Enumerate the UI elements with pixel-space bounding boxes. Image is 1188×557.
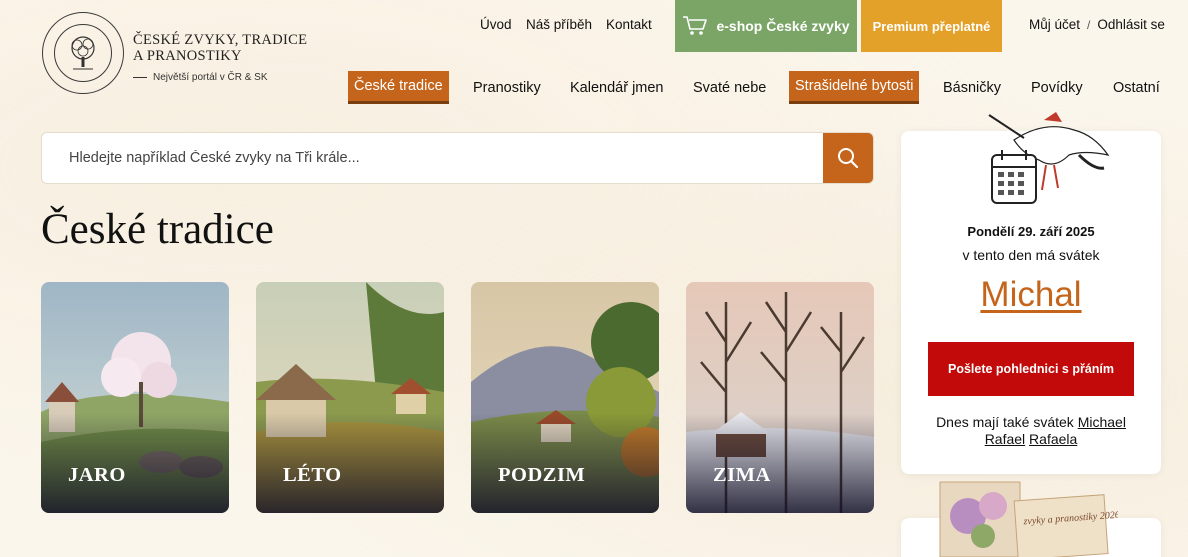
also-nameday: Dnes mají také svátek Michael Rafael Raf… <box>901 414 1161 448</box>
card-fade <box>256 413 444 513</box>
nameday-name-link[interactable]: Michal <box>901 275 1161 315</box>
mainnav-pranostiky[interactable]: Pranostiky <box>467 71 547 104</box>
brand-name[interactable]: ČESKÉ ZVYKY, TRADICE A PRANOSTIKY <box>133 32 313 64</box>
mainnav-ostatni[interactable]: Ostatní <box>1107 71 1166 104</box>
search-icon <box>838 148 859 169</box>
also-name-michael[interactable]: Michael <box>1078 414 1126 430</box>
mainnav-kalendar-jmen[interactable]: Kalendář jmen <box>564 71 670 104</box>
season-card-podzim[interactable]: PODZIM <box>471 282 659 513</box>
page-title: České tradice <box>41 206 274 253</box>
search-button[interactable] <box>823 133 873 183</box>
logo-seal[interactable] <box>42 12 124 94</box>
also-prefix: Dnes mají také svátek <box>936 414 1074 430</box>
nav-link-nas-pribeh[interactable]: Náš příběh <box>526 17 592 32</box>
nameday-date: Pondělí 29. září 2025 <box>967 224 1095 239</box>
season-card-jaro[interactable]: JARO <box>41 282 229 513</box>
brand-line2: A PRANOSTIKY <box>133 48 242 64</box>
tagline-dash <box>133 77 147 78</box>
card-fade <box>471 413 659 513</box>
season-label-leto: LÉTO <box>283 464 342 486</box>
nav-link-uvod[interactable]: Úvod <box>480 17 512 32</box>
also-name-rafaela[interactable]: Rafaela <box>1029 431 1077 447</box>
account-separator: / <box>1087 18 1091 32</box>
season-card-leto[interactable]: LÉTO <box>256 282 444 513</box>
card-fade <box>41 413 229 513</box>
mainnav-strasidelne-bytosti[interactable]: Strašidelné bytosti <box>789 71 920 104</box>
tree-icon <box>54 24 112 82</box>
season-label-podzim: PODZIM <box>498 464 586 486</box>
logout-link[interactable]: Odhlásit se <box>1097 17 1165 32</box>
account-links: Můj účet / Odhlásit se <box>1029 17 1165 32</box>
season-label-jaro: JARO <box>68 464 126 486</box>
mainnav-povidky[interactable]: Povídky <box>1025 71 1089 104</box>
brand-tagline: Největší portál v ČR & SK <box>153 72 268 83</box>
mainnav-ceske-tradice[interactable]: České tradice <box>348 71 449 104</box>
send-card-button[interactable]: Pošlete pohlednici s přáním <box>928 342 1134 396</box>
eshop-button[interactable]: e-shop České zvyky <box>675 0 857 52</box>
nameday-subtitle: v tento den má svátek <box>962 247 1100 263</box>
mainnav-basnicky[interactable]: Básničky <box>937 71 1007 104</box>
search-bar <box>41 132 874 184</box>
premium-label: Premium přeplatné <box>872 18 991 34</box>
mainnav-svate-nebe[interactable]: Svaté nebe <box>687 71 772 104</box>
nav-link-kontakt[interactable]: Kontakt <box>606 17 652 32</box>
calendar-promo-image: zvyky a pranostiky 2026 <box>939 481 1118 557</box>
eshop-label: e-shop České zvyky <box>716 18 850 34</box>
season-card-zima[interactable]: ZIMA <box>686 282 874 513</box>
stork-calendar-icon <box>988 112 1110 204</box>
brand-line1: ČESKÉ ZVYKY, TRADICE <box>133 32 308 48</box>
my-account-link[interactable]: Můj účet <box>1029 17 1080 32</box>
also-name-rafael[interactable]: Rafael <box>985 431 1025 447</box>
premium-button[interactable]: Premium přeplatné <box>861 0 1002 52</box>
season-label-zima: ZIMA <box>713 464 771 486</box>
search-input[interactable] <box>42 133 823 183</box>
brand-tagline-row: Největší portál v ČR & SK <box>133 72 267 83</box>
cart-icon <box>683 16 708 35</box>
card-fade <box>686 413 874 513</box>
